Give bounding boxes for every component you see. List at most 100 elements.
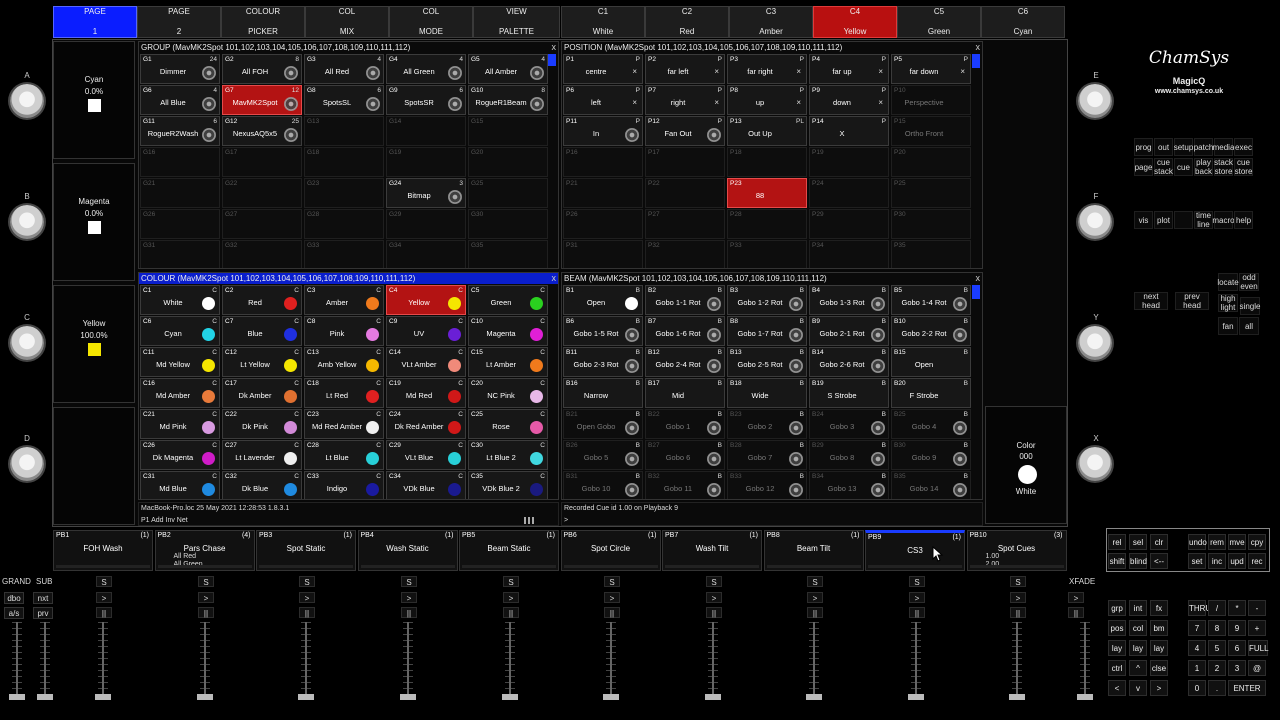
softkey-2[interactable]: PAGE 2 <box>137 6 221 38</box>
fader-11[interactable] <box>908 622 924 700</box>
fader-handle[interactable] <box>37 694 53 700</box>
fader-handle[interactable] <box>603 694 619 700</box>
key-row2-5[interactable]: upd <box>1228 553 1246 569</box>
playback-3[interactable]: PB3 (1) Spot Static <box>256 530 356 571</box>
group-window-close[interactable]: x <box>552 42 557 53</box>
group-cell-g25[interactable]: G25 <box>468 178 548 208</box>
beam-cell-b1[interactable]: B1 B Open <box>563 285 643 315</box>
colour-window-close[interactable]: x <box>552 273 557 284</box>
fader-1[interactable] <box>9 622 25 700</box>
position-cell-p29[interactable]: P29 <box>809 209 889 239</box>
colour-cell-c13[interactable]: C13 C Amb Yellow <box>304 347 384 377</box>
side-button-row5-1[interactable]: prev head <box>1175 292 1209 310</box>
group-cell-g22[interactable]: G22 <box>222 178 302 208</box>
side-button-row1-4[interactable]: media <box>1213 138 1234 156</box>
beam-cell-b26[interactable]: B26 B Gobo 5 <box>563 440 643 470</box>
position-cell-p33[interactable]: P33 <box>727 240 807 268</box>
playback-9[interactable]: PB9 (1) CS3 <box>865 530 965 571</box>
colour-cell-c25[interactable]: C25 C Rose <box>468 409 548 439</box>
position-cell-p25[interactable]: P25 <box>891 178 971 208</box>
side-button-row5-3[interactable]: single <box>1240 297 1260 315</box>
colour-cell-c5[interactable]: C5 C Green <box>468 285 548 315</box>
fader-13[interactable] <box>1077 622 1093 700</box>
fader-handle[interactable] <box>400 694 416 700</box>
group-cell-g21[interactable]: G21 <box>140 178 220 208</box>
fader-handle[interactable] <box>806 694 822 700</box>
fader-pause-button[interactable]: || <box>198 607 214 618</box>
side-button-row2-4[interactable]: stack store <box>1214 158 1233 176</box>
key-row1-5[interactable]: mve <box>1228 534 1246 550</box>
beam-cell-b10[interactable]: B10 B Gobo 2-2 Rot <box>891 316 971 346</box>
softkey-11[interactable]: C5 Green <box>897 6 981 38</box>
key-row6-3[interactable]: 1 <box>1188 660 1206 676</box>
beam-cell-b30[interactable]: B30 B Gobo 9 <box>891 440 971 470</box>
key-row4-3[interactable]: 7 <box>1188 620 1206 636</box>
fader-pause-button[interactable]: || <box>706 607 722 618</box>
key-row7-3[interactable]: 0 <box>1188 680 1206 696</box>
colour-cell-c17[interactable]: C17 C Dk Amber <box>222 378 302 408</box>
key-row7-0[interactable]: < <box>1108 680 1126 696</box>
position-cell-p35[interactable]: P35 <box>891 240 971 268</box>
side-button-row2-5[interactable]: cue store <box>1234 158 1253 176</box>
colour-cell-c11[interactable]: C11 C Md Yellow <box>140 347 220 377</box>
fader-handle[interactable] <box>197 694 213 700</box>
encoder-wheel-b[interactable] <box>10 205 44 239</box>
fader-5[interactable] <box>298 622 314 700</box>
key-row3-4[interactable]: / <box>1208 600 1226 616</box>
group-cell-g28[interactable]: G28 <box>304 209 384 239</box>
group-cell-g33[interactable]: G33 <box>304 240 384 268</box>
group-cell-g4[interactable]: G4 4 All Green <box>386 54 466 84</box>
position-cell-p21[interactable]: P21 <box>563 178 643 208</box>
group-cell-g24[interactable]: G24 3 Bitmap <box>386 178 466 208</box>
fader-go-button[interactable]: > <box>299 592 315 603</box>
position-cell-p23[interactable]: P23 88 <box>727 178 807 208</box>
fader-go-button[interactable]: > <box>1010 592 1026 603</box>
softkey-10[interactable]: C4 Yellow <box>813 6 897 38</box>
colour-cell-c12[interactable]: C12 C Lt Yellow <box>222 347 302 377</box>
key-row4-1[interactable]: col <box>1129 620 1147 636</box>
colour-cell-c31[interactable]: C31 C Md Blue <box>140 471 220 499</box>
fader-handle[interactable] <box>502 694 518 700</box>
beam-cell-b28[interactable]: B28 B Gobo 7 <box>727 440 807 470</box>
group-cell-g14[interactable]: G14 <box>386 116 466 146</box>
softkey-3[interactable]: COLOUR PICKER <box>221 6 305 38</box>
fader-select-button[interactable]: S <box>807 576 823 587</box>
key-row2-0[interactable]: shift <box>1108 553 1126 569</box>
playback-6[interactable]: PB6 (1) Spot Circle <box>560 530 661 571</box>
position-window-close[interactable]: x <box>976 42 981 53</box>
position-cell-p2[interactable]: P2 Pfar left × <box>645 54 725 84</box>
fader-7[interactable] <box>502 622 518 700</box>
position-cell-p8[interactable]: P8 Pup × <box>727 85 807 115</box>
softkey-5[interactable]: COL MODE <box>389 6 473 38</box>
key-row7-2[interactable]: > <box>1150 680 1168 696</box>
colour-cell-c16[interactable]: C16 C Md Amber <box>140 378 220 408</box>
key-row2-1[interactable]: blind <box>1129 553 1147 569</box>
colour-cell-c32[interactable]: C32 C Dk Blue <box>222 471 302 499</box>
group-cell-g32[interactable]: G32 <box>222 240 302 268</box>
position-cell-p28[interactable]: P28 <box>727 209 807 239</box>
key-row6-1[interactable]: ^ <box>1129 660 1147 676</box>
side-button-row3-4[interactable]: macro <box>1212 211 1235 229</box>
side-button-row4-0[interactable]: locate <box>1217 273 1239 291</box>
beam-cell-b27[interactable]: B27 B Gobo 6 <box>645 440 725 470</box>
fader-pause-button[interactable]: || <box>807 607 823 618</box>
position-cell-p15[interactable]: P15 Ortho Front <box>891 116 971 146</box>
encoder-wheel-f[interactable] <box>1078 205 1112 239</box>
side-button-row2-0[interactable]: page <box>1134 158 1153 176</box>
fader-go-button[interactable]: > <box>96 592 112 603</box>
key-row5-4[interactable]: 5 <box>1208 640 1226 656</box>
fader-select-button[interactable]: S <box>96 576 112 587</box>
position-cell-p30[interactable]: P30 <box>891 209 971 239</box>
fader-handle[interactable] <box>1077 694 1093 700</box>
position-cell-p24[interactable]: P24 <box>809 178 889 208</box>
group-cell-g3[interactable]: G3 4 All Red <box>304 54 384 84</box>
softkey-9[interactable]: C3 Amber <box>729 6 813 38</box>
fader-handle[interactable] <box>9 694 25 700</box>
position-cell-p16[interactable]: P16 <box>563 147 643 177</box>
side-button-row3-3[interactable]: time line <box>1194 211 1213 229</box>
colour-cell-c15[interactable]: C15 C Lt Amber <box>468 347 548 377</box>
position-cell-p1[interactable]: P1 Pcentre × <box>563 54 643 84</box>
side-button-row1-2[interactable]: setup <box>1174 138 1193 156</box>
prev-button[interactable]: prv <box>33 607 53 619</box>
beam-cell-b32[interactable]: B32 B Gobo 11 <box>645 471 725 499</box>
